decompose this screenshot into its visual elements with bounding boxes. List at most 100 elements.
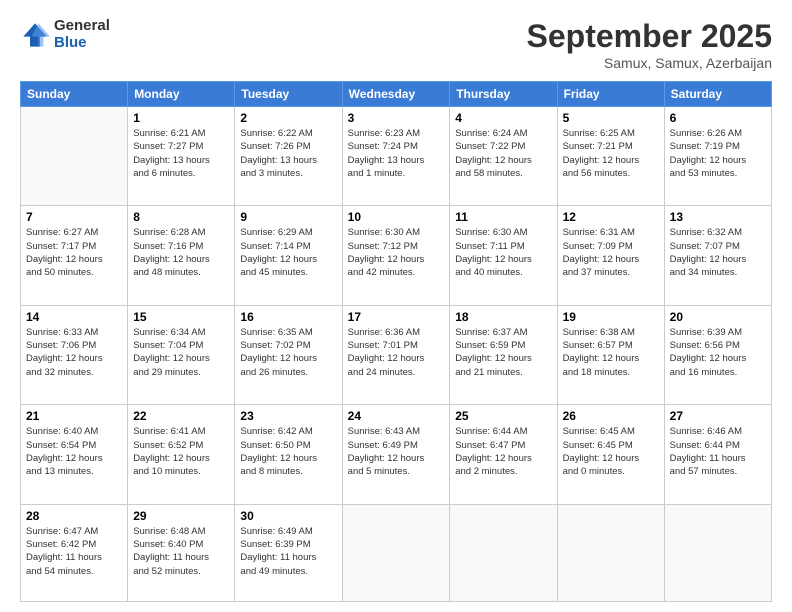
day-info: Sunrise: 6:33 AM Sunset: 7:06 PM Dayligh… xyxy=(26,326,122,379)
table-row: 20Sunrise: 6:39 AM Sunset: 6:56 PM Dayli… xyxy=(664,305,771,404)
table-row: 29 Sunrise: 6:48 AM Sunset: 6:40 PM Dayli… xyxy=(128,504,235,601)
col-sunday: Sunday xyxy=(21,82,128,107)
day-number: 18 xyxy=(455,310,551,324)
table-row: 12 Sunrise: 6:31 AM Sunset: 7:09 PM Dayli… xyxy=(557,206,664,305)
col-monday: Monday xyxy=(128,82,235,107)
day-info: Sunrise: 6:27 AM Sunset: 7:17 PM Dayligh… xyxy=(26,226,122,279)
calendar-table: Sunday Monday Tuesday Wednesday Thursday… xyxy=(20,81,772,602)
day-info: Sunrise: 6:35 AM Sunset: 7:02 PM Dayligh… xyxy=(240,326,336,379)
table-row: 16Sunrise: 6:35 AM Sunset: 7:02 PM Dayli… xyxy=(235,305,342,404)
table-row: 30Sunrise: 6:49 AM Sunset: 6:39 PM Dayli… xyxy=(235,504,342,601)
day-number: 25 xyxy=(455,409,551,423)
title-location: Samux, Samux, Azerbaijan xyxy=(527,55,772,71)
day-info: Sunrise: 6:32 AM Sunset: 7:07 PM Dayligh… xyxy=(670,226,766,279)
day-info: Sunrise: 6:39 AM Sunset: 6:56 PM Dayligh… xyxy=(670,326,766,379)
day-info: Sunrise: 6:23 AM Sunset: 7:24 PM Dayligh… xyxy=(348,127,445,180)
day-number: 9 xyxy=(240,210,336,224)
logo-general-text: General xyxy=(54,18,110,35)
day-info: Sunrise: 6:45 AM Sunset: 6:45 PM Dayligh… xyxy=(563,425,659,478)
table-row: 28 Sunrise: 6:47 AM Sunset: 6:42 PM Dayli… xyxy=(21,504,128,601)
table-row xyxy=(557,504,664,601)
table-row: 15 Sunrise: 6:34 AM Sunset: 7:04 PM Dayli… xyxy=(128,305,235,404)
table-row: 1 Sunrise: 6:21 AM Sunset: 7:27 PM Daylig… xyxy=(128,107,235,206)
table-row: 8 Sunrise: 6:28 AM Sunset: 7:16 PM Daylig… xyxy=(128,206,235,305)
day-number: 14 xyxy=(26,310,122,324)
day-info: Sunrise: 6:48 AM Sunset: 6:40 PM Dayligh… xyxy=(133,525,229,578)
day-number: 23 xyxy=(240,409,336,423)
day-number: 24 xyxy=(348,409,445,423)
table-row: 11 Sunrise: 6:30 AM Sunset: 7:11 PM Dayli… xyxy=(450,206,557,305)
table-row: 23 Sunrise: 6:42 AM Sunset: 6:50 PM Dayli… xyxy=(235,405,342,504)
title-month: September 2025 xyxy=(527,18,772,55)
day-info: Sunrise: 6:42 AM Sunset: 6:50 PM Dayligh… xyxy=(240,425,336,478)
day-number: 15 xyxy=(133,310,229,324)
day-info: Sunrise: 6:25 AM Sunset: 7:21 PM Dayligh… xyxy=(563,127,659,180)
header: General Blue September 2025 Samux, Samux… xyxy=(20,18,772,71)
day-number: 28 xyxy=(26,509,122,523)
day-info: Sunrise: 6:46 AM Sunset: 6:44 PM Dayligh… xyxy=(670,425,766,478)
day-info: Sunrise: 6:30 AM Sunset: 7:11 PM Dayligh… xyxy=(455,226,551,279)
day-number: 8 xyxy=(133,210,229,224)
col-saturday: Saturday xyxy=(664,82,771,107)
day-info: Sunrise: 6:29 AM Sunset: 7:14 PM Dayligh… xyxy=(240,226,336,279)
table-row: 26 Sunrise: 6:45 AM Sunset: 6:45 PM Dayli… xyxy=(557,405,664,504)
day-info: Sunrise: 6:30 AM Sunset: 7:12 PM Dayligh… xyxy=(348,226,445,279)
day-info: Sunrise: 6:28 AM Sunset: 7:16 PM Dayligh… xyxy=(133,226,229,279)
day-number: 7 xyxy=(26,210,122,224)
logo-text: General Blue xyxy=(54,18,110,51)
day-info: Sunrise: 6:47 AM Sunset: 6:42 PM Dayligh… xyxy=(26,525,122,578)
day-number: 3 xyxy=(348,111,445,125)
day-info: Sunrise: 6:40 AM Sunset: 6:54 PM Dayligh… xyxy=(26,425,122,478)
table-row: 27Sunrise: 6:46 AM Sunset: 6:44 PM Dayli… xyxy=(664,405,771,504)
day-info: Sunrise: 6:31 AM Sunset: 7:09 PM Dayligh… xyxy=(563,226,659,279)
table-row: 22 Sunrise: 6:41 AM Sunset: 6:52 PM Dayli… xyxy=(128,405,235,504)
table-row: 5 Sunrise: 6:25 AM Sunset: 7:21 PM Daylig… xyxy=(557,107,664,206)
col-tuesday: Tuesday xyxy=(235,82,342,107)
table-row: 14 Sunrise: 6:33 AM Sunset: 7:06 PM Dayli… xyxy=(21,305,128,404)
col-thursday: Thursday xyxy=(450,82,557,107)
calendar-header-row: Sunday Monday Tuesday Wednesday Thursday… xyxy=(21,82,772,107)
table-row xyxy=(21,107,128,206)
day-number: 10 xyxy=(348,210,445,224)
page: General Blue September 2025 Samux, Samux… xyxy=(0,0,792,612)
day-number: 13 xyxy=(670,210,766,224)
logo: General Blue xyxy=(20,18,110,51)
day-info: Sunrise: 6:34 AM Sunset: 7:04 PM Dayligh… xyxy=(133,326,229,379)
day-info: Sunrise: 6:22 AM Sunset: 7:26 PM Dayligh… xyxy=(240,127,336,180)
table-row: 2 Sunrise: 6:22 AM Sunset: 7:26 PM Daylig… xyxy=(235,107,342,206)
day-info: Sunrise: 6:38 AM Sunset: 6:57 PM Dayligh… xyxy=(563,326,659,379)
day-number: 21 xyxy=(26,409,122,423)
table-row xyxy=(664,504,771,601)
day-info: Sunrise: 6:24 AM Sunset: 7:22 PM Dayligh… xyxy=(455,127,551,180)
day-number: 2 xyxy=(240,111,336,125)
logo-icon xyxy=(20,20,50,50)
day-info: Sunrise: 6:41 AM Sunset: 6:52 PM Dayligh… xyxy=(133,425,229,478)
table-row: 4 Sunrise: 6:24 AM Sunset: 7:22 PM Daylig… xyxy=(450,107,557,206)
table-row: 3 Sunrise: 6:23 AM Sunset: 7:24 PM Daylig… xyxy=(342,107,450,206)
day-number: 4 xyxy=(455,111,551,125)
logo-blue-text: Blue xyxy=(54,35,110,52)
table-row: 7 Sunrise: 6:27 AM Sunset: 7:17 PM Daylig… xyxy=(21,206,128,305)
day-number: 5 xyxy=(563,111,659,125)
day-number: 6 xyxy=(670,111,766,125)
day-info: Sunrise: 6:37 AM Sunset: 6:59 PM Dayligh… xyxy=(455,326,551,379)
day-number: 12 xyxy=(563,210,659,224)
day-number: 22 xyxy=(133,409,229,423)
day-info: Sunrise: 6:36 AM Sunset: 7:01 PM Dayligh… xyxy=(348,326,445,379)
day-number: 17 xyxy=(348,310,445,324)
col-wednesday: Wednesday xyxy=(342,82,450,107)
table-row: 18 Sunrise: 6:37 AM Sunset: 6:59 PM Dayli… xyxy=(450,305,557,404)
day-info: Sunrise: 6:49 AM Sunset: 6:39 PM Dayligh… xyxy=(240,525,336,578)
table-row: 6Sunrise: 6:26 AM Sunset: 7:19 PM Daylig… xyxy=(664,107,771,206)
day-info: Sunrise: 6:21 AM Sunset: 7:27 PM Dayligh… xyxy=(133,127,229,180)
day-info: Sunrise: 6:43 AM Sunset: 6:49 PM Dayligh… xyxy=(348,425,445,478)
day-number: 29 xyxy=(133,509,229,523)
table-row: 24 Sunrise: 6:43 AM Sunset: 6:49 PM Dayli… xyxy=(342,405,450,504)
table-row xyxy=(342,504,450,601)
day-info: Sunrise: 6:44 AM Sunset: 6:47 PM Dayligh… xyxy=(455,425,551,478)
day-number: 1 xyxy=(133,111,229,125)
day-number: 11 xyxy=(455,210,551,224)
day-number: 26 xyxy=(563,409,659,423)
table-row: 17 Sunrise: 6:36 AM Sunset: 7:01 PM Dayli… xyxy=(342,305,450,404)
day-number: 19 xyxy=(563,310,659,324)
